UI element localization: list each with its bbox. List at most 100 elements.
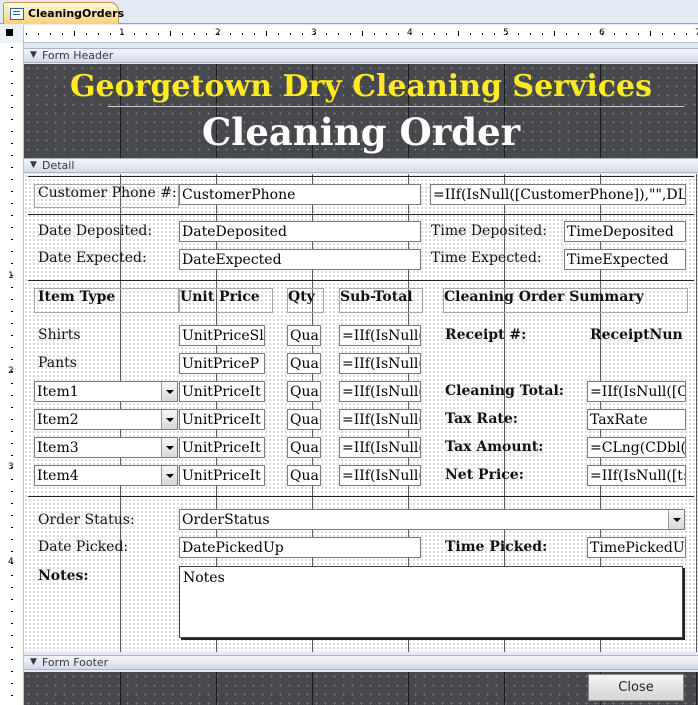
tax-rate-field[interactable]: TaxRate: [587, 409, 686, 430]
qty-field[interactable]: Qua: [287, 437, 321, 458]
time-expected-label[interactable]: Time Expected:: [430, 249, 558, 273]
item2-combo[interactable]: Item2: [34, 409, 178, 430]
ruler-tick: [62, 33, 63, 35]
qty-field[interactable]: Qua: [287, 409, 321, 430]
dropdown-arrow-icon[interactable]: [161, 466, 177, 485]
net-price-field[interactable]: =IIf(IsNull([t:: [587, 465, 686, 486]
ruler-tick: [11, 431, 13, 432]
unit-price-field[interactable]: UnitPriceIt: [179, 465, 265, 486]
unit-price-field[interactable]: UnitPriceIt: [179, 409, 265, 430]
qty-field[interactable]: Qua: [287, 325, 321, 346]
header-divider-line[interactable]: [108, 106, 684, 107]
ruler-tick: [530, 33, 531, 35]
item1-combo[interactable]: Item1: [34, 381, 178, 402]
company-name-label[interactable]: Georgetown Dry Cleaning Services: [24, 69, 698, 104]
dropdown-arrow-icon[interactable]: [668, 510, 684, 529]
ruler-tick: [638, 33, 639, 35]
receipt-number-field[interactable]: ReceiptNun: [589, 326, 688, 350]
time-expected-field[interactable]: TimeExpected: [564, 249, 686, 270]
qty-field[interactable]: Qua: [287, 353, 321, 374]
summary-header[interactable]: Cleaning Order Summary: [443, 288, 688, 313]
tax-amount-label[interactable]: Tax Amount:: [444, 438, 586, 462]
subtotal-field[interactable]: =IIf(IsNull(: [339, 437, 421, 458]
net-price-label[interactable]: Net Price:: [444, 466, 586, 490]
section-bar-form-header[interactable]: ▼ Form Header: [24, 48, 698, 63]
ruler-tick: [326, 33, 327, 35]
ruler-tick: [242, 33, 243, 35]
subtotal-field[interactable]: =IIf(IsNull(: [339, 465, 421, 486]
divider-line[interactable]: [28, 214, 694, 215]
receipt-label[interactable]: Receipt #:: [444, 326, 586, 350]
time-picked-label[interactable]: Time Picked:: [444, 538, 586, 562]
time-deposited-label[interactable]: Time Deposited:: [430, 222, 558, 246]
divider-line[interactable]: [28, 280, 694, 281]
form-title-label[interactable]: Cleaning Order: [24, 110, 698, 154]
dropdown-arrow-icon[interactable]: [161, 382, 177, 401]
unit-price-field[interactable]: UnitPriceSl: [179, 325, 265, 346]
horizontal-ruler[interactable]: 1234567: [24, 25, 698, 43]
ruler-tick: [11, 647, 13, 648]
notes-field[interactable]: Notes: [179, 566, 683, 638]
item-type-header[interactable]: Item Type: [34, 288, 179, 313]
ruler-tick: [302, 33, 303, 35]
divider-line[interactable]: [28, 176, 694, 177]
ruler-tick: [11, 635, 13, 636]
item2-combo-value: Item2: [37, 412, 79, 428]
tab-cleaningorders[interactable]: CleaningOrders: [3, 2, 124, 24]
detail-section: Customer Phone #: CustomerPhone =IIf(IsN…: [24, 174, 698, 652]
unit-price-header[interactable]: Unit Price: [179, 288, 273, 313]
ruler-tick: [11, 395, 13, 396]
form-selector[interactable]: [0, 25, 24, 43]
section-bar-detail[interactable]: ▼ Detail: [24, 158, 698, 173]
ruler-tick: [11, 95, 13, 96]
section-bar-form-footer[interactable]: ▼ Form Footer: [24, 655, 698, 670]
order-status-combo[interactable]: OrderStatus: [179, 509, 685, 530]
subtotal-field[interactable]: =IIf(IsNull(: [339, 409, 421, 430]
date-expected-label[interactable]: Date Expected:: [34, 249, 179, 273]
unit-price-field[interactable]: UnitPriceIt: [179, 437, 265, 458]
ruler-tick: [434, 33, 435, 35]
date-deposited-field[interactable]: DateDeposited: [179, 221, 421, 242]
cleaning-total-field[interactable]: =IIf(IsNull([C: [587, 381, 686, 402]
qty-field[interactable]: Qua: [287, 465, 321, 486]
date-picked-label[interactable]: Date Picked:: [34, 538, 179, 562]
tax-amount-field[interactable]: =CLng(CDbl(: [587, 437, 686, 458]
tax-rate-label[interactable]: Tax Rate:: [444, 410, 586, 434]
unit-price-field[interactable]: UnitPriceIt: [179, 381, 265, 402]
subtotal-field[interactable]: =IIf(IsNull(: [339, 353, 421, 374]
form-header-section: Georgetown Dry Cleaning Services Cleanin…: [24, 64, 698, 158]
cleaning-total-label[interactable]: Cleaning Total:: [444, 382, 586, 406]
customer-lookup-expression[interactable]: =IIf(IsNull([CustomerPhone]),"",DL: [430, 184, 686, 205]
item-type-pants[interactable]: Pants: [34, 354, 179, 378]
date-picked-field[interactable]: DatePickedUp: [179, 537, 421, 558]
design-grid-line: [312, 672, 313, 705]
subtotal-field[interactable]: =IIf(IsNull(: [339, 325, 421, 346]
ruler-number: 4: [407, 28, 413, 38]
order-status-label[interactable]: Order Status:: [34, 511, 179, 535]
ruler-tick: [11, 527, 13, 528]
unit-price-field[interactable]: UnitPriceP: [179, 353, 265, 374]
vertical-ruler[interactable]: 1 2 3 4: [0, 43, 24, 705]
qty-header[interactable]: Qty: [287, 288, 324, 313]
item-type-shirts[interactable]: Shirts: [34, 326, 179, 350]
item4-combo[interactable]: Item4: [34, 465, 178, 486]
ruler-tick: [674, 33, 675, 35]
ruler-tick: [206, 33, 207, 35]
time-picked-field[interactable]: TimePickedU: [587, 537, 686, 558]
customer-phone-label[interactable]: Customer Phone #:: [34, 184, 179, 208]
qty-field[interactable]: Qua: [287, 381, 321, 402]
close-button[interactable]: Close: [588, 674, 684, 701]
time-deposited-field[interactable]: TimeDeposited: [564, 221, 686, 242]
date-expected-field[interactable]: DateExpected: [179, 249, 421, 270]
customer-phone-field[interactable]: CustomerPhone: [179, 184, 421, 205]
dropdown-arrow-icon[interactable]: [161, 438, 177, 457]
ruler-tick: [11, 203, 13, 204]
date-deposited-label[interactable]: Date Deposited:: [34, 222, 179, 246]
subtotal-field[interactable]: =IIf(IsNull(: [339, 381, 421, 402]
item3-combo-value: Item3: [37, 440, 79, 456]
item3-combo[interactable]: Item3: [34, 437, 178, 458]
notes-label[interactable]: Notes:: [34, 567, 179, 591]
sub-total-header[interactable]: Sub-Total: [339, 288, 423, 313]
divider-line[interactable]: [28, 496, 694, 497]
dropdown-arrow-icon[interactable]: [161, 410, 177, 429]
